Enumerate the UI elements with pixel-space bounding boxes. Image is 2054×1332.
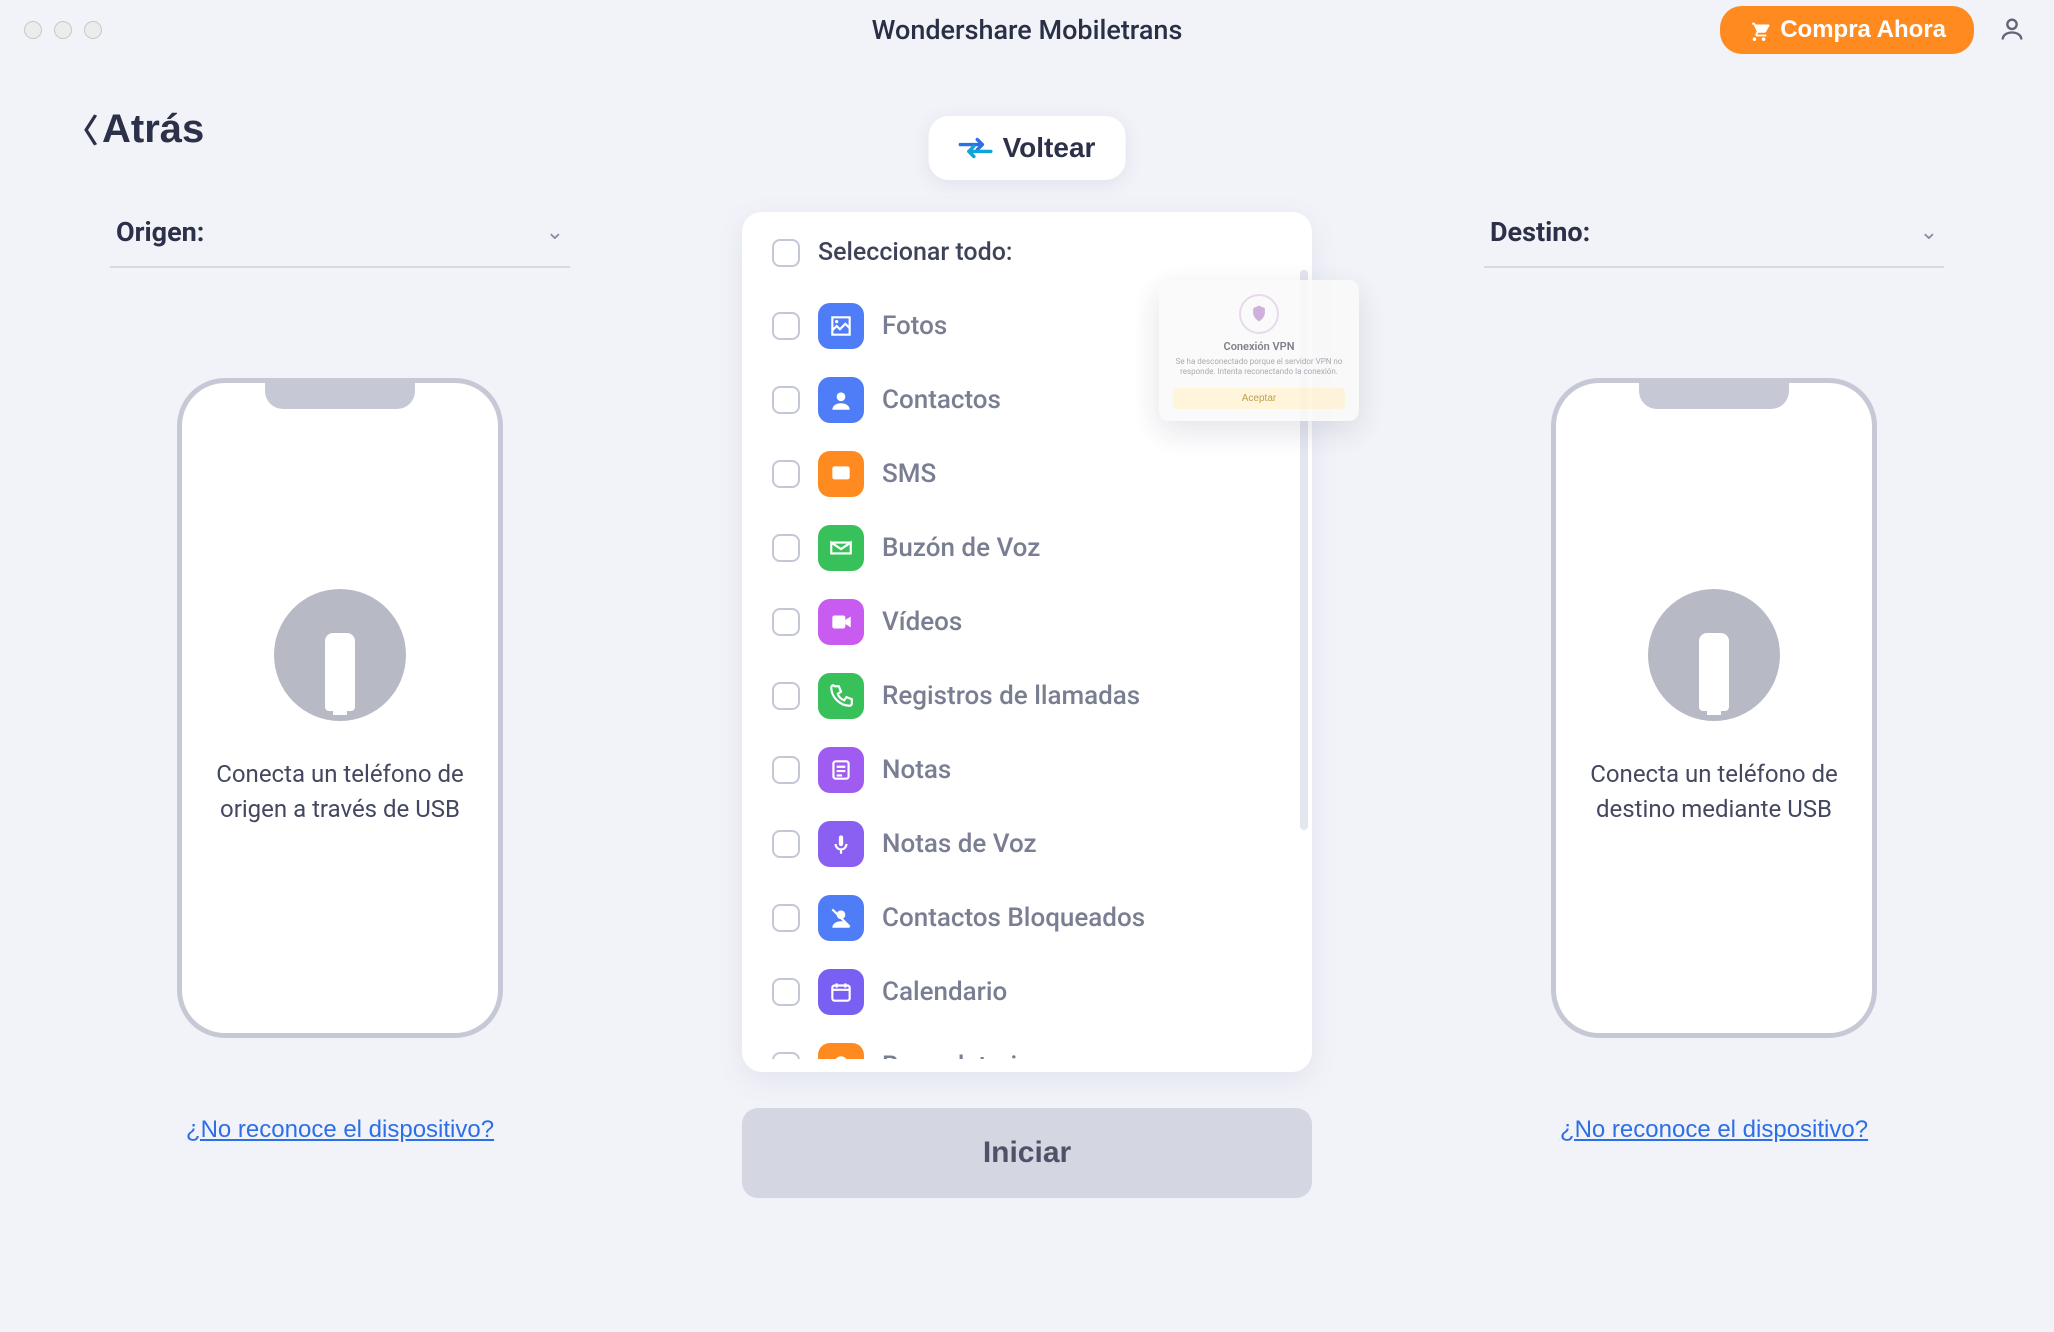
data-type-label: Notas de Voz — [882, 829, 1037, 859]
source-selector[interactable]: Origen: ⌄ — [110, 208, 570, 268]
vpn-popup-desc: Se ha desconectado porque el servidor VP… — [1173, 357, 1345, 378]
vpn-popup-icon — [1239, 294, 1279, 334]
destination-not-recognized-link[interactable]: ¿No reconoce el dispositivo? — [1560, 1116, 1868, 1144]
chevron-down-icon: ⌄ — [546, 220, 564, 245]
blocked-contacts-icon — [818, 895, 864, 941]
source-not-recognized-link[interactable]: ¿No reconoce el dispositivo? — [186, 1116, 494, 1144]
checkbox-calendar[interactable] — [772, 978, 800, 1006]
data-type-row-reminders: Recordatorios — [772, 1029, 1290, 1059]
data-type-label: Buzón de Voz — [882, 533, 1040, 563]
usb-icon — [274, 589, 406, 721]
account-button[interactable] — [1994, 12, 2030, 48]
voice-notes-icon — [818, 821, 864, 867]
data-type-row-sms: SMS — [772, 437, 1290, 511]
back-button[interactable]: 〈 Atrás — [66, 106, 204, 152]
chevron-left-icon: 〈 — [66, 106, 98, 152]
data-type-row-notes: Notas — [772, 733, 1290, 807]
destination-label: Destino: — [1490, 216, 1590, 248]
destination-selector[interactable]: Destino: ⌄ — [1484, 208, 1944, 268]
main-content: Origen: ⌄ Conecta un teléfono de origen … — [0, 152, 2054, 1198]
swap-icon — [959, 137, 993, 159]
checkbox-sms[interactable] — [772, 460, 800, 488]
phone-notch — [265, 383, 415, 409]
data-type-row-call-logs: Registros de llamadas — [772, 659, 1290, 733]
contacts-icon — [818, 377, 864, 423]
buy-now-label: Compra Ahora — [1780, 16, 1946, 44]
maximize-window-button[interactable] — [84, 21, 102, 39]
checkbox-voice-notes[interactable] — [772, 830, 800, 858]
chevron-down-icon: ⌄ — [1920, 220, 1938, 245]
checkbox-blocked-contacts[interactable] — [772, 904, 800, 932]
data-type-label: Notas — [882, 755, 951, 785]
reminders-icon — [818, 1043, 864, 1059]
window-controls — [24, 21, 102, 39]
usb-icon — [1648, 589, 1780, 721]
data-type-row-voicemail: Buzón de Voz — [772, 511, 1290, 585]
checkbox-videos[interactable] — [772, 608, 800, 636]
destination-hint: Conecta un teléfono de destino mediante … — [1586, 757, 1842, 827]
checkbox-voicemail[interactable] — [772, 534, 800, 562]
data-type-label: Contactos — [882, 385, 1001, 415]
data-type-label: Recordatorios — [882, 1051, 1045, 1059]
checkbox-contacts[interactable] — [772, 386, 800, 414]
data-type-label: SMS — [882, 459, 936, 489]
phone-notch — [1639, 383, 1789, 409]
flip-label: Voltear — [1003, 132, 1096, 164]
calendar-icon — [818, 969, 864, 1015]
data-type-label: Fotos — [882, 311, 947, 341]
data-type-label: Calendario — [882, 977, 1007, 1007]
select-all-checkbox[interactable] — [772, 239, 800, 267]
checkbox-reminders[interactable] — [772, 1052, 800, 1059]
titlebar: Wondershare Mobiletrans Compra Ahora — [0, 0, 2054, 60]
minimize-window-button[interactable] — [54, 21, 72, 39]
vpn-popup-accept-button[interactable]: Aceptar — [1173, 388, 1345, 409]
destination-column: Destino: ⌄ Conecta un teléfono de destin… — [1484, 208, 1944, 1198]
select-all-label: Seleccionar todo: — [818, 238, 1012, 267]
checkbox-notes[interactable] — [772, 756, 800, 784]
notes-icon — [818, 747, 864, 793]
close-window-button[interactable] — [24, 21, 42, 39]
back-label: Atrás — [102, 107, 204, 152]
source-phone-placeholder: Conecta un teléfono de origen a través d… — [177, 378, 503, 1038]
call-logs-icon — [818, 673, 864, 719]
app-window: Wondershare Mobiletrans Compra Ahora 〈 A… — [0, 0, 2054, 1332]
data-type-label: Registros de llamadas — [882, 681, 1140, 711]
source-column: Origen: ⌄ Conecta un teléfono de origen … — [110, 208, 570, 1198]
app-title: Wondershare Mobiletrans — [872, 14, 1183, 46]
data-type-row-voice-notes: Notas de Voz — [772, 807, 1290, 881]
data-type-row-blocked-contacts: Contactos Bloqueados — [772, 881, 1290, 955]
photos-icon — [818, 303, 864, 349]
data-type-label: Contactos Bloqueados — [882, 903, 1145, 933]
buy-now-button[interactable]: Compra Ahora — [1720, 6, 1974, 54]
start-button[interactable]: Iniciar — [742, 1108, 1312, 1198]
source-label: Origen: — [116, 216, 204, 248]
flip-button[interactable]: Voltear — [929, 116, 1126, 180]
cart-icon — [1748, 19, 1770, 41]
vpn-popup: Conexión VPN Se ha desconectado porque e… — [1159, 280, 1359, 421]
voicemail-icon — [818, 525, 864, 571]
checkbox-call-logs[interactable] — [772, 682, 800, 710]
data-type-label: Vídeos — [882, 607, 962, 637]
user-icon — [1998, 15, 2026, 43]
source-hint: Conecta un teléfono de origen a través d… — [212, 757, 468, 827]
sms-icon — [818, 451, 864, 497]
vpn-popup-title: Conexión VPN — [1224, 340, 1295, 353]
checkbox-photos[interactable] — [772, 312, 800, 340]
videos-icon — [818, 599, 864, 645]
data-type-row-videos: Vídeos — [772, 585, 1290, 659]
data-type-row-calendar: Calendario — [772, 955, 1290, 1029]
select-all-row: Seleccionar todo: — [772, 238, 1290, 267]
destination-phone-placeholder: Conecta un teléfono de destino mediante … — [1551, 378, 1877, 1038]
